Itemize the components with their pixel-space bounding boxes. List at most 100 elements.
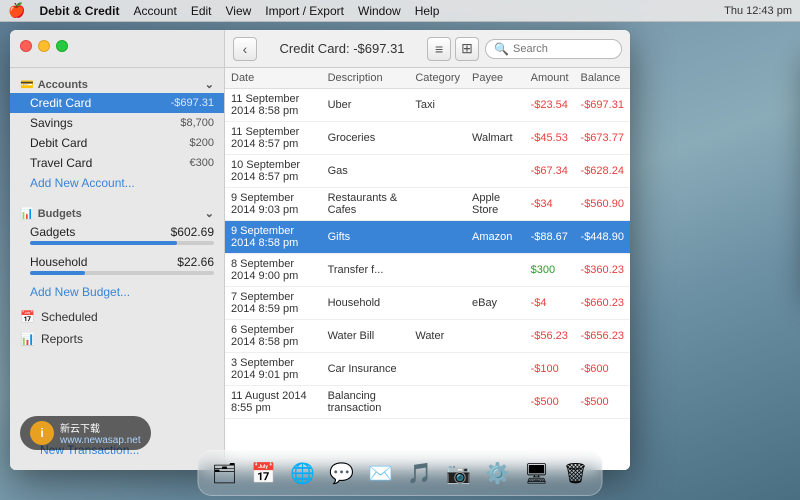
sidebar-item-creditcard[interactable]: Credit Card -$697.31 xyxy=(10,93,224,113)
dock-icon-calendar[interactable]: 📅 xyxy=(246,455,282,491)
dock-icon-browser[interactable]: 🌐 xyxy=(285,455,321,491)
search-box[interactable]: 🔍 xyxy=(485,39,622,59)
menubar-right: Thu 12:43 pm xyxy=(724,5,792,17)
col-amount: Amount xyxy=(525,68,575,89)
account-menu[interactable]: Account xyxy=(133,4,176,18)
cell-amount: -$100 xyxy=(525,353,575,386)
cell-payee: Amazon xyxy=(466,221,525,254)
table-row[interactable]: 11 September 2014 8:58 pm Uber Taxi -$23… xyxy=(225,89,630,122)
cell-balance: -$660.23 xyxy=(575,287,630,320)
gadgets-label: Gadgets xyxy=(30,225,75,239)
accounts-title: 💳 Accounts xyxy=(20,78,88,91)
cell-desc: Restaurants & Cafes xyxy=(322,188,410,221)
app-menu-name[interactable]: Debit & Credit xyxy=(39,4,119,18)
cell-date: 8 September 2014 9:00 pm xyxy=(225,254,322,287)
dock-icon-finder[interactable]: 🗂 xyxy=(207,455,243,491)
main-title: Credit Card: -$697.31 xyxy=(263,41,421,56)
cell-balance: -$600 xyxy=(575,353,630,386)
budgets-section-header: 📊 Budgets ⌄ xyxy=(10,205,224,222)
budgets-chevron: ⌄ xyxy=(205,207,214,220)
dock-icon-trash[interactable]: 🗑 xyxy=(558,455,594,491)
accounts-chevron: ⌄ xyxy=(205,78,214,91)
edit-menu[interactable]: Edit xyxy=(191,4,212,18)
cell-date: 11 August 2014 8:55 pm xyxy=(225,386,322,419)
cell-balance: -$360.23 xyxy=(575,254,630,287)
household-bar-bg xyxy=(30,271,214,275)
help-menu[interactable]: Help xyxy=(415,4,440,18)
household-bar xyxy=(30,271,85,275)
importexport-menu[interactable]: Import / Export xyxy=(265,4,344,18)
gadgets-bar-bg xyxy=(30,241,214,245)
dock-icon-settings[interactable]: ⚙️ xyxy=(480,455,516,491)
table-row[interactable]: 9 September 2014 9:03 pm Restaurants & C… xyxy=(225,188,630,221)
sidebar-item-travelcard[interactable]: Travel Card €300 xyxy=(10,153,224,173)
add-account-link[interactable]: Add New Account... xyxy=(10,173,224,193)
watermark: i 新云下载 www.newasap.net xyxy=(20,416,151,450)
accounts-section: 💳 Accounts ⌄ Credit Card -$697.31 Saving… xyxy=(10,68,224,197)
cell-cat xyxy=(409,287,466,320)
sidebar-item-debitcard[interactable]: Debit Card $200 xyxy=(10,133,224,153)
cell-desc: Transfer f... xyxy=(322,254,410,287)
cell-date: 3 September 2014 9:01 pm xyxy=(225,353,322,386)
budget-household[interactable]: Household $22.66 xyxy=(10,252,224,282)
search-icon: 🔍 xyxy=(494,42,509,56)
sidebar-scheduled[interactable]: 📅 Scheduled xyxy=(10,306,224,328)
sidebar-item-savings[interactable]: Savings $8,700 xyxy=(10,113,224,133)
apple-menu[interactable]: 🍎 xyxy=(8,2,25,19)
fullscreen-button[interactable] xyxy=(56,40,68,52)
dock-icon-messages[interactable]: 💬 xyxy=(324,455,360,491)
cell-payee xyxy=(466,155,525,188)
cell-payee xyxy=(466,353,525,386)
col-balance: Balance xyxy=(575,68,630,89)
dock-icon-terminal[interactable]: 🖥 xyxy=(519,455,555,491)
table-row[interactable]: 11 August 2014 8:55 pm Balancing transac… xyxy=(225,386,630,419)
dock: 🗂 📅 🌐 💬 ✉️ 🎵 📷 ⚙️ 🖥 🗑 xyxy=(198,450,603,496)
cell-desc: Groceries xyxy=(322,122,410,155)
gadgets-bar xyxy=(30,241,177,245)
budget-gadgets[interactable]: Gadgets $602.69 xyxy=(10,222,224,252)
view-menu[interactable]: View xyxy=(226,4,252,18)
cell-desc: Gifts xyxy=(322,221,410,254)
table-row[interactable]: 9 September 2014 8:58 pm Gifts Amazon -$… xyxy=(225,221,630,254)
cell-desc: Balancing transaction xyxy=(322,386,410,419)
dock-icon-music[interactable]: 🎵 xyxy=(402,455,438,491)
back-button[interactable]: ‹ xyxy=(233,37,257,61)
household-label: Household xyxy=(30,255,87,269)
accounts-section-header: 💳 Accounts ⌄ xyxy=(10,76,224,93)
dock-icon-photos[interactable]: 📷 xyxy=(441,455,477,491)
scheduled-label: Scheduled xyxy=(41,310,98,324)
table-row[interactable]: 8 September 2014 9:00 pm Transfer f... $… xyxy=(225,254,630,287)
list-view-button[interactable]: ≡ xyxy=(427,37,451,61)
cell-cat: Water xyxy=(409,320,466,353)
cell-date: 7 September 2014 8:59 pm xyxy=(225,287,322,320)
table-row[interactable]: 10 September 2014 8:57 pm Gas -$67.34 -$… xyxy=(225,155,630,188)
cell-amount: -$34 xyxy=(525,188,575,221)
table-row[interactable]: 11 September 2014 8:57 pm Groceries Walm… xyxy=(225,122,630,155)
table-row[interactable]: 7 September 2014 8:59 pm Household eBay … xyxy=(225,287,630,320)
table-row[interactable]: 3 September 2014 9:01 pm Car Insurance -… xyxy=(225,353,630,386)
sidebar-reports[interactable]: 📊 Reports xyxy=(10,328,224,350)
scheduled-icon: 📅 xyxy=(20,310,35,324)
cell-amount: -$4 xyxy=(525,287,575,320)
cell-balance: -$697.31 xyxy=(575,89,630,122)
dock-icon-mail[interactable]: ✉️ xyxy=(363,455,399,491)
budgets-icon: 📊 xyxy=(20,207,34,220)
add-budget-link[interactable]: Add New Budget... xyxy=(10,282,224,302)
search-input[interactable] xyxy=(513,43,613,55)
household-value: $22.66 xyxy=(177,255,214,269)
app-window: 💳 Accounts ⌄ Credit Card -$697.31 Saving… xyxy=(10,30,630,470)
grid-view-button[interactable]: ⊞ xyxy=(455,37,479,61)
minimize-button[interactable] xyxy=(38,40,50,52)
transactions-body: 11 September 2014 8:58 pm Uber Taxi -$23… xyxy=(225,89,630,419)
cell-desc: Uber xyxy=(322,89,410,122)
budgets-section: 📊 Budgets ⌄ Gadgets $602.69 Household $2… xyxy=(10,197,224,306)
travelcard-value: €300 xyxy=(190,157,214,169)
cell-payee: Apple Store xyxy=(466,188,525,221)
close-button[interactable] xyxy=(20,40,32,52)
watermark-name: 新云下载 xyxy=(60,420,141,435)
window-menu[interactable]: Window xyxy=(358,4,401,18)
reports-icon: 📊 xyxy=(20,332,35,346)
menubar-time: Thu 12:43 pm xyxy=(724,5,792,17)
cell-balance: -$560.90 xyxy=(575,188,630,221)
table-row[interactable]: 6 September 2014 8:58 pm Water Bill Wate… xyxy=(225,320,630,353)
